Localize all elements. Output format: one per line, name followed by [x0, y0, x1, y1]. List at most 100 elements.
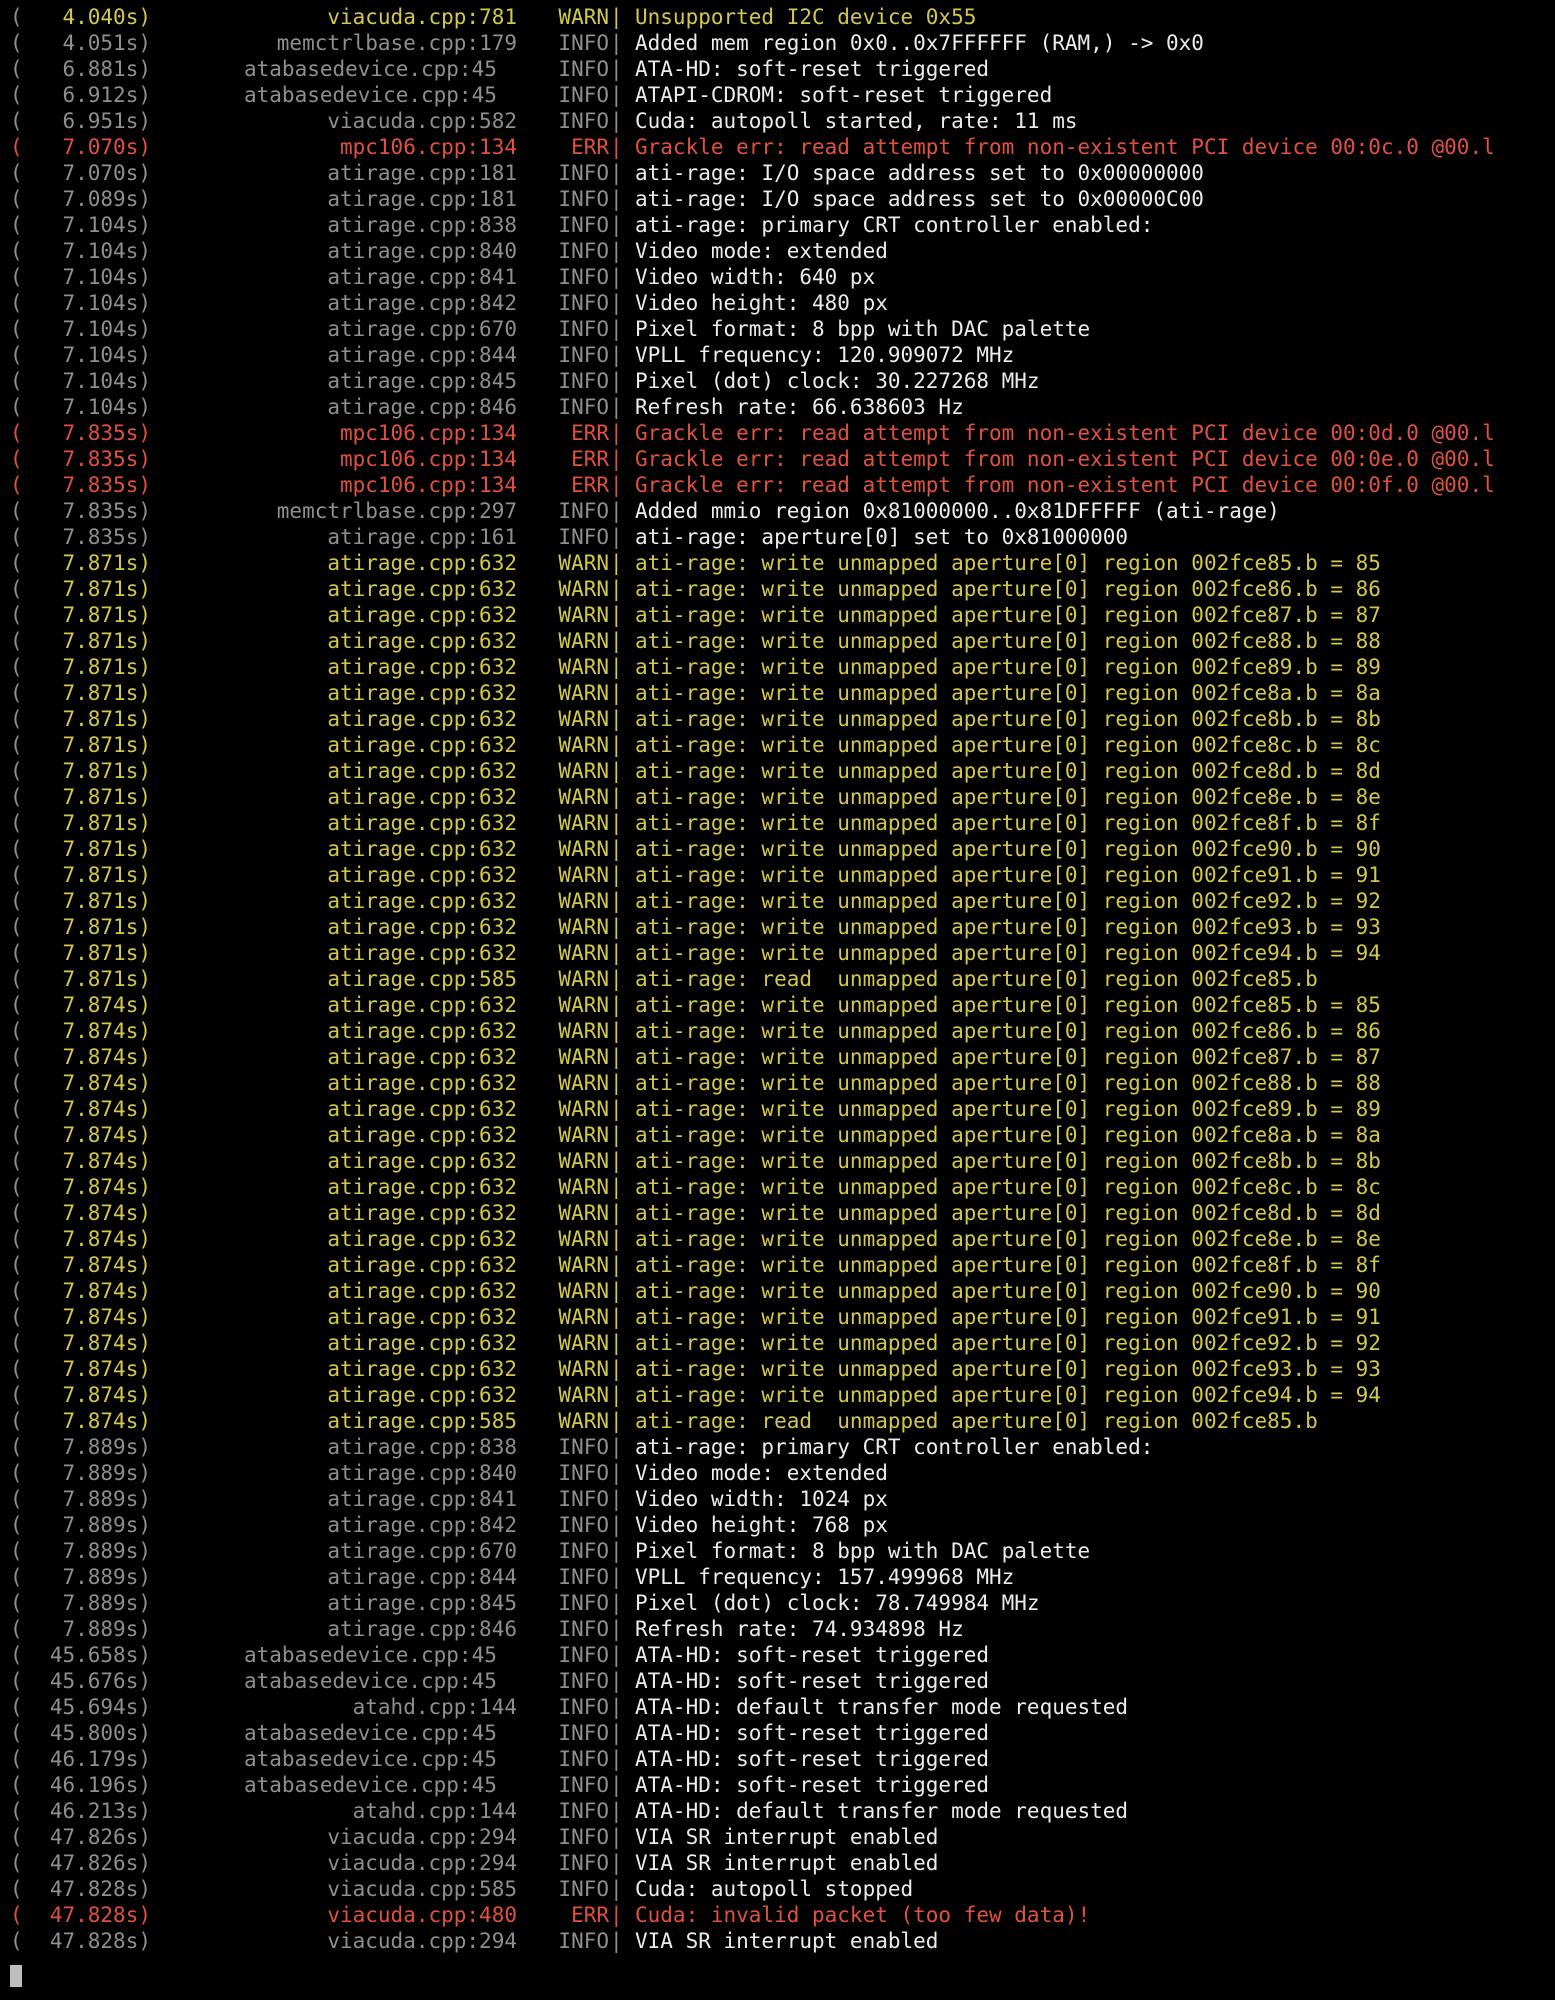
- log-message: ati-rage: write unmapped aperture[0] reg…: [635, 1253, 1381, 1277]
- log-open-paren: (: [10, 1539, 23, 1563]
- log-source: atirage.cpp:632: [327, 1149, 517, 1173]
- log-line: (7.874s) atirage.cpp:632 WARN | ati-rage: wr…: [0, 1044, 1555, 1070]
- log-timestamp: 7.874s): [62, 1227, 151, 1251]
- log-line: (7.889s) atirage.cpp:842 INFO | Video height…: [0, 1512, 1555, 1538]
- log-level: WARN: [558, 837, 609, 861]
- log-line: (7.104s) atirage.cpp:844 INFO | VPLL frequen…: [0, 342, 1555, 368]
- log-source: atirage.cpp:670: [327, 317, 517, 341]
- log-separator: |: [610, 1591, 623, 1615]
- log-level: INFO: [558, 1851, 609, 1875]
- log-level: INFO: [558, 1669, 609, 1693]
- log-open-paren: (: [10, 187, 23, 211]
- log-level: WARN: [558, 889, 609, 913]
- log-level: WARN: [558, 759, 609, 783]
- log-source: atirage.cpp:632: [327, 1357, 517, 1381]
- log-timestamp: 7.104s): [62, 343, 151, 367]
- log-message: ati-rage: write unmapped aperture[0] reg…: [635, 785, 1381, 809]
- log-separator: |: [610, 213, 623, 237]
- log-line: (7.889s) atirage.cpp:841 INFO | Video width:…: [0, 1486, 1555, 1512]
- log-level: ERR: [571, 447, 609, 471]
- log-source: atirage.cpp:844: [327, 343, 517, 367]
- log-level: WARN: [558, 915, 609, 939]
- log-timestamp: 45.676s): [49, 1669, 151, 1693]
- log-message: ati-rage: write unmapped aperture[0] reg…: [635, 1175, 1381, 1199]
- log-source: atirage.cpp:844: [327, 1565, 517, 1589]
- log-message: ATA-HD: soft-reset triggered: [635, 1643, 990, 1667]
- log-open-paren: (: [10, 603, 23, 627]
- log-source: atirage.cpp:632: [327, 1227, 517, 1251]
- log-separator: |: [610, 733, 623, 757]
- log-timestamp: 7.104s): [62, 291, 151, 315]
- log-timestamp: 7.874s): [62, 1409, 151, 1433]
- log-separator: |: [610, 1851, 623, 1875]
- log-level: INFO: [558, 1591, 609, 1615]
- log-message: ati-rage: primary CRT controller enabled…: [635, 1435, 1154, 1459]
- log-timestamp: 7.089s): [62, 187, 151, 211]
- log-separator: |: [610, 135, 623, 159]
- log-source: atirage.cpp:632: [327, 707, 517, 731]
- log-line: (7.871s) atirage.cpp:632 WARN | ati-rage: wr…: [0, 940, 1555, 966]
- log-open-paren: (: [10, 1721, 23, 1745]
- log-source: mpc106.cpp:134: [339, 135, 517, 159]
- log-message: Pixel (dot) clock: 78.749984 MHz: [635, 1591, 1040, 1615]
- log-message: ati-rage: primary CRT controller enabled…: [635, 213, 1154, 237]
- log-line: (7.874s) atirage.cpp:632 WARN | ati-rage: wr…: [0, 1382, 1555, 1408]
- log-timestamp: 7.871s): [62, 733, 151, 757]
- log-line: (7.874s) atirage.cpp:632 WARN | ati-rage: wr…: [0, 1226, 1555, 1252]
- log-message: Video width: 640 px: [635, 265, 876, 289]
- log-open-paren: (: [10, 1097, 23, 1121]
- log-separator: |: [610, 5, 623, 29]
- log-source: atirage.cpp:181: [327, 161, 517, 185]
- log-level: WARN: [558, 551, 609, 575]
- log-level: INFO: [558, 1539, 609, 1563]
- log-open-paren: (: [10, 785, 23, 809]
- log-message: ati-rage: write unmapped aperture[0] reg…: [635, 1279, 1381, 1303]
- log-timestamp: 7.871s): [62, 681, 151, 705]
- log-level: INFO: [558, 1747, 609, 1771]
- log-separator: |: [610, 1669, 623, 1693]
- log-separator: |: [610, 889, 623, 913]
- log-timestamp: 7.874s): [62, 1253, 151, 1277]
- log-separator: |: [610, 1721, 623, 1745]
- log-level: WARN: [558, 967, 609, 991]
- log-timestamp: 7.874s): [62, 1175, 151, 1199]
- log-level: WARN: [558, 993, 609, 1017]
- log-line: (7.104s) atirage.cpp:838 INFO | ati-rage: pr…: [0, 212, 1555, 238]
- log-source: mpc106.cpp:134: [339, 421, 517, 445]
- log-open-paren: (: [10, 473, 23, 497]
- log-source: atirage.cpp:846: [327, 1617, 517, 1641]
- log-open-paren: (: [10, 1747, 23, 1771]
- log-message: VIA SR interrupt enabled: [635, 1851, 939, 1875]
- log-message: ATAPI-CDROM: soft-reset triggered: [635, 83, 1053, 107]
- log-separator: |: [610, 187, 623, 211]
- log-level: INFO: [558, 1877, 609, 1901]
- log-message: Refresh rate: 74.934898 Hz: [635, 1617, 964, 1641]
- log-line: (7.889s) atirage.cpp:845 INFO | Pixel (dot) …: [0, 1590, 1555, 1616]
- log-open-paren: (: [10, 915, 23, 939]
- log-source: mpc106.cpp:134: [339, 447, 517, 471]
- log-message: ati-rage: write unmapped aperture[0] reg…: [635, 915, 1381, 939]
- log-timestamp: 7.871s): [62, 759, 151, 783]
- log-level: WARN: [558, 1175, 609, 1199]
- log-source: atirage.cpp:632: [327, 1045, 517, 1069]
- log-open-paren: (: [10, 1253, 23, 1277]
- log-line: (7.871s) atirage.cpp:632 WARN | ati-rage: wr…: [0, 810, 1555, 836]
- log-message: ati-rage: write unmapped aperture[0] reg…: [635, 1149, 1381, 1173]
- log-open-paren: (: [10, 369, 23, 393]
- log-source: atirage.cpp:161: [327, 525, 517, 549]
- log-level: INFO: [558, 1461, 609, 1485]
- log-line: (7.874s) atirage.cpp:632 WARN | ati-rage: wr…: [0, 1018, 1555, 1044]
- log-line: (7.871s) atirage.cpp:632 WARN | ati-rage: wr…: [0, 862, 1555, 888]
- log-timestamp: 7.835s): [62, 473, 151, 497]
- log-message: ati-rage: write unmapped aperture[0] reg…: [635, 655, 1381, 679]
- log-message: ati-rage: I/O space address set to 0x000…: [635, 187, 1204, 211]
- log-level: ERR: [571, 135, 609, 159]
- log-timestamp: 7.889s): [62, 1539, 151, 1563]
- log-separator: |: [610, 915, 623, 939]
- log-level: WARN: [558, 1123, 609, 1147]
- log-separator: |: [610, 1071, 623, 1095]
- log-open-paren: (: [10, 811, 23, 835]
- log-source: atahd.cpp:144: [352, 1695, 517, 1719]
- log-message: Pixel (dot) clock: 30.227268 MHz: [635, 369, 1040, 393]
- terminal-cursor[interactable]: [10, 1965, 22, 1987]
